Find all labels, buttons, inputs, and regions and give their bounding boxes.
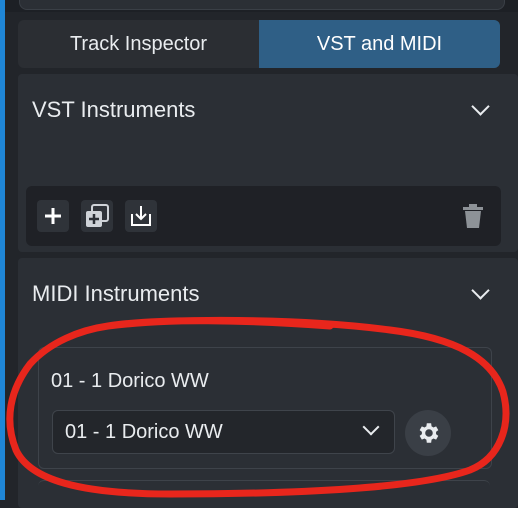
inspector-tabs: Track Inspector VST and MIDI: [18, 20, 500, 68]
import-button[interactable]: [125, 200, 157, 232]
trash-icon: [463, 204, 483, 228]
import-icon: [131, 206, 151, 226]
midi-port-select[interactable]: 01 - 1 Dorico WW: [52, 410, 395, 454]
top-area: [5, 0, 518, 12]
tab-track-inspector[interactable]: Track Inspector: [18, 20, 259, 68]
vst-instruments-panel: VST Instruments: [18, 74, 518, 252]
midi-instrument-name[interactable]: 01 - 1 Dorico WW: [51, 370, 209, 393]
midi-instruments-header[interactable]: MIDI Instruments: [18, 258, 518, 330]
settings-button[interactable]: [405, 410, 451, 456]
chevron-down-icon: [360, 419, 382, 441]
midi-port-value: 01 - 1 Dorico WW: [65, 421, 223, 443]
panel-title: MIDI Instruments: [32, 281, 200, 306]
trash-button[interactable]: [460, 202, 486, 235]
midi-instrument-card: 01 - 1 Dorico WW 01 - 1 Dorico WW: [38, 347, 492, 469]
chevron-down-icon[interactable]: [468, 281, 494, 307]
add-button[interactable]: [37, 200, 69, 232]
vst-toolbar: [26, 186, 501, 246]
vst-instruments-header[interactable]: VST Instruments: [18, 74, 518, 146]
tab-vst-and-midi[interactable]: VST and MIDI: [259, 20, 500, 68]
chevron-down-icon[interactable]: [468, 97, 494, 123]
gear-icon: [419, 423, 439, 443]
top-field: [19, 0, 505, 10]
panel-title: VST Instruments: [32, 97, 196, 122]
duplicate-icon: [86, 204, 109, 227]
window-edge: [0, 0, 5, 500]
duplicate-button[interactable]: [81, 200, 113, 232]
add-icon: [45, 208, 61, 224]
